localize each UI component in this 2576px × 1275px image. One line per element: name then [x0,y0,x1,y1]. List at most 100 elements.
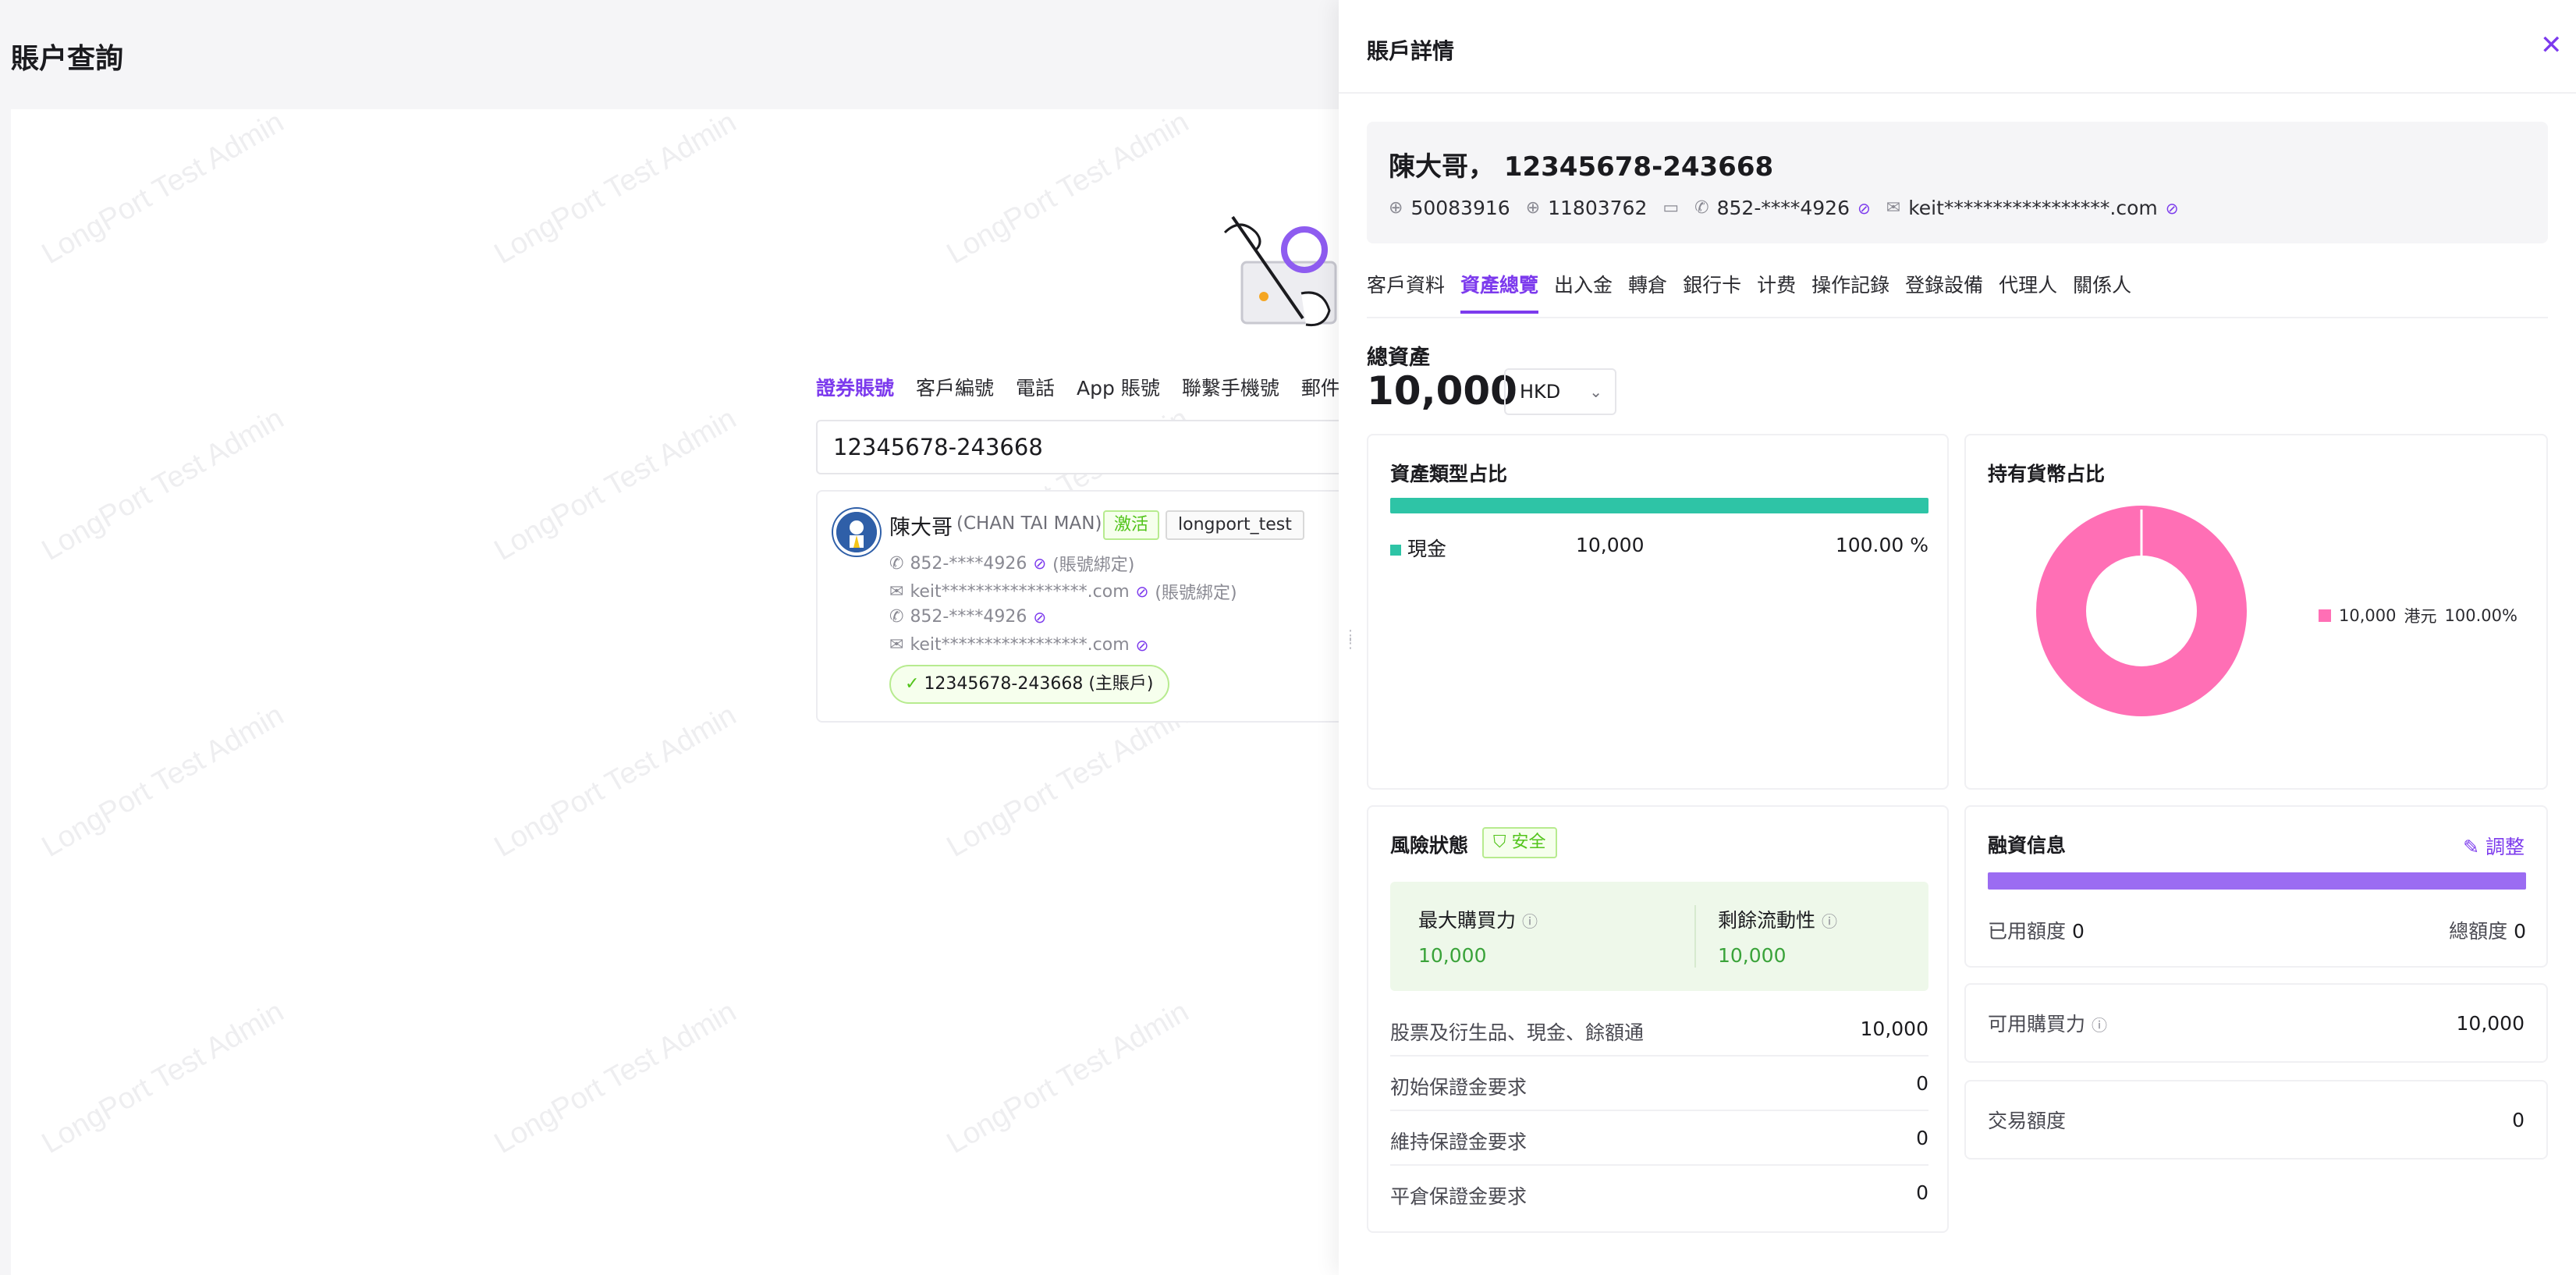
financing-limits: 已用額度 0 總額度 0 [1988,916,2526,944]
search-tab-app-account[interactable]: App 賬號 [1077,373,1160,401]
result-email-text: keit*****************.com [910,581,1130,602]
legend-percent: 100.00% [2444,606,2517,625]
search-tab-securities-account[interactable]: 證券賬號 [816,373,894,401]
eye-off-icon[interactable]: ⊘ [1136,636,1149,655]
total-assets-value: 10,000 [1367,368,1517,414]
profile-id-2-value: 11803762 [1548,197,1648,219]
watermark: LongPort Test Admin [488,402,742,567]
trading-limit-value: 0 [2512,1108,2525,1131]
search-tab-customer-id[interactable]: 客戶編號 [916,373,994,401]
total-limit-value: 0 [2514,920,2526,943]
page-title: 賬户查詢 [11,43,124,75]
search-type-tabs: 證券賬號 客戶編號 電話 App 賬號 聯繫手機號 郵件 [816,373,1340,401]
risk-status-title: 風險狀態 [1390,834,1469,857]
used-limit-value: 0 [2071,920,2085,943]
avatar [833,509,880,556]
phone-icon: ✆ [889,607,904,627]
profile-phone-value: 852-****4926 [1716,197,1850,219]
profile-name-account: 陳大哥， 12345678-243668 [1389,151,1774,183]
tab-position-transfer[interactable]: 轉倉 [1628,270,1667,314]
risk-safe-badge: ⛉ 安全 [1482,827,1557,858]
tab-agent[interactable]: 代理人 [1999,270,2057,314]
currency-share-title: 持有貨幣占比 [1988,463,2106,485]
asset-type-value: 10,000 [1576,534,1645,556]
risk-summary-box: 最大購買力 ⓘ 10,000 剩餘流動性 ⓘ 10,000 [1390,882,1928,991]
excess-liquidity: 剩餘流動性 ⓘ 10,000 [1718,905,1837,967]
search-tab-contact-phone[interactable]: 聯繫手機號 [1182,373,1279,401]
tab-bank-card[interactable]: 銀行卡 [1683,270,1741,314]
tab-customer-info[interactable]: 客戶資料 [1367,270,1445,314]
eye-off-icon[interactable]: ⊘ [1033,608,1046,627]
eye-off-icon[interactable]: ⊘ [1857,199,1871,218]
main-account-chip[interactable]: ✓ 12345678-243668 (主賬戶) [889,665,1169,704]
search-tab-phone[interactable]: 電話 [1016,373,1055,401]
legend-currency: 港元 [2404,607,2437,626]
risk-status-panel: 風險狀態 ⛉ 安全 最大購買力 ⓘ 10,000 剩餘流動性 ⓘ 10,000 股票… [1367,805,1949,1233]
tab-asset-overview[interactable]: 資產總覽 [1460,270,1539,314]
info-icon[interactable]: ⓘ [2092,1016,2107,1035]
eye-off-icon[interactable]: ⊘ [1136,582,1149,601]
environment-tag: longport_test [1166,510,1304,540]
login-icon: ⊕ [1389,198,1403,218]
divider [1694,905,1696,968]
risk-line-value: 0 [1916,1072,1928,1095]
profile-id-2: ⊕ 11803762 [1526,197,1648,219]
tab-related-party[interactable]: 關係人 [2073,270,2131,314]
currency-select-value: HKD [1520,381,1561,403]
risk-line-label: 平倉保證金要求 [1390,1185,1528,1208]
tab-operation-log[interactable]: 操作記錄 [1811,270,1889,314]
drawer-tabs: 客戶資料 資產總覽 出入金 轉倉 銀行卡 计费 操作記錄 登錄設備 代理人 關係… [1367,270,2131,314]
info-icon[interactable]: ⓘ [1822,912,1837,931]
eye-off-icon[interactable]: ⊘ [2166,199,2179,218]
tab-login-devices[interactable]: 登錄設備 [1905,270,1983,314]
risk-line-label: 維持保證金要求 [1390,1131,1528,1153]
phone-icon: ✆ [1694,198,1709,218]
main-account-label: 12345678-243668 (主賬戶) [924,674,1154,694]
legend-value: 10,000 [2339,606,2397,625]
adjust-button[interactable]: ✎ 調整 [2463,832,2525,860]
result-bound-note: (賬號綁定) [1155,584,1237,603]
watermark: LongPort Test Admin [941,698,1194,864]
tab-deposit-withdrawal[interactable]: 出入金 [1554,270,1613,314]
risk-line-value: 0 [1916,1127,1928,1149]
risk-line-liquidation-margin: 平倉保證金要求 0 [1390,1181,1928,1209]
drawer-resize-handle[interactable]: ⋮⋮ [1343,629,1357,671]
financing-usage-bar [1988,872,2526,890]
excess-liquidity-value: 10,000 [1718,944,1787,967]
shield-check-icon: ⛉ [1493,833,1506,852]
eye-off-icon[interactable]: ⊘ [1033,554,1046,573]
currency-select[interactable]: HKD ⌄ [1504,368,1616,415]
adjust-label: 調整 [2485,836,2525,858]
financing-panel: 融資信息 ✎ 調整 已用額度 0 總額度 0 [1964,805,2548,968]
result-customer-english-name: (CHAN TAI MAN) [956,513,1102,534]
id-card-icon: ▭ [1662,198,1680,218]
search-result-card[interactable]: 陳大哥 (CHAN TAI MAN) 激活 longport_test ✆ 85… [816,490,1362,723]
result-phone: ✆ 852-****4926 ⊘ [889,607,1046,627]
watermark: LongPort Test Admin [488,698,742,864]
divider [1390,1164,1928,1166]
watermark: LongPort Test Admin [36,698,289,864]
result-email-bound: ✉ keit*****************.com ⊘ (賬號綁定) [889,579,1237,604]
profile-id-1: ⊕ 50083916 [1389,197,1510,219]
account-search-input[interactable]: 12345678-243668 [816,420,1362,474]
profile-identifiers: ⊕ 50083916 ⊕ 11803762 ▭ ✆ 852-****4926 ⊘ ✉ ke… [1389,197,2179,219]
mail-icon: ✉ [889,581,904,602]
risk-line-label: 初始保證金要求 [1390,1076,1528,1099]
result-email-text: keit*****************.com [910,635,1130,655]
excess-liquidity-label: 剩餘流動性 [1718,909,1816,932]
currency-donut-chart [2036,506,2247,716]
available-buying-power-label: 可用購買力 [1988,1013,2086,1035]
search-tab-email[interactable]: 郵件 [1301,373,1340,401]
result-bound-note: (賬號綁定) [1052,556,1135,575]
phone-icon: ✆ [889,553,904,574]
info-icon[interactable]: ⓘ [1522,912,1538,931]
result-phone-text: 852-****4926 [910,607,1027,627]
account-detail-drawer: 賬戶詳情 ✕ 陳大哥， 12345678-243668 ⊕ 50083916 ⊕ 1… [1339,0,2576,1275]
profile-phone: ✆ 852-****4926 ⊘ [1694,197,1871,219]
tab-billing[interactable]: 计费 [1757,270,1796,314]
result-customer-name: 陳大哥 [889,516,953,540]
watermark: LongPort Test Admin [36,995,289,1160]
mail-icon: ✉ [1886,198,1901,218]
result-email: ✉ keit*****************.com ⊘ [889,635,1148,655]
close-icon[interactable]: ✕ [2540,30,2563,61]
